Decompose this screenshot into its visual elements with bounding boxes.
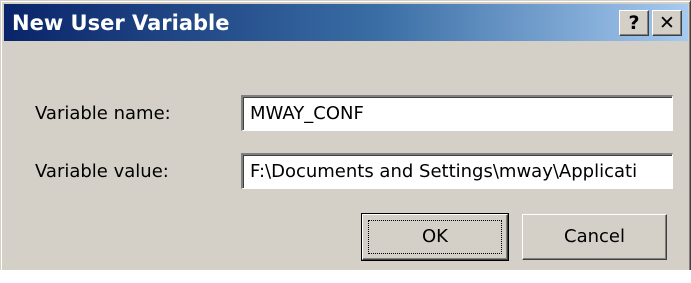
variable-name-input[interactable]: MWAY_CONF xyxy=(241,95,673,131)
help-button[interactable]: ? xyxy=(619,10,649,36)
close-button[interactable]: ✕ xyxy=(652,10,682,36)
ok-button[interactable]: OK xyxy=(361,213,509,261)
dialog-title: New User Variable xyxy=(12,11,230,35)
variable-value-label: Variable value: xyxy=(35,161,169,182)
help-icon: ? xyxy=(628,11,640,34)
variable-value-input[interactable]: F:\Documents and Settings\mway\Applicati xyxy=(241,153,673,189)
title-bar[interactable]: New User Variable ? ✕ xyxy=(4,4,688,41)
cancel-button[interactable]: Cancel xyxy=(522,214,667,260)
background-strip xyxy=(0,270,691,283)
new-user-variable-dialog: New User Variable ? ✕ Variable name: MWA… xyxy=(0,0,691,283)
variable-name-label: Variable name: xyxy=(35,103,171,124)
close-icon: ✕ xyxy=(659,11,675,34)
